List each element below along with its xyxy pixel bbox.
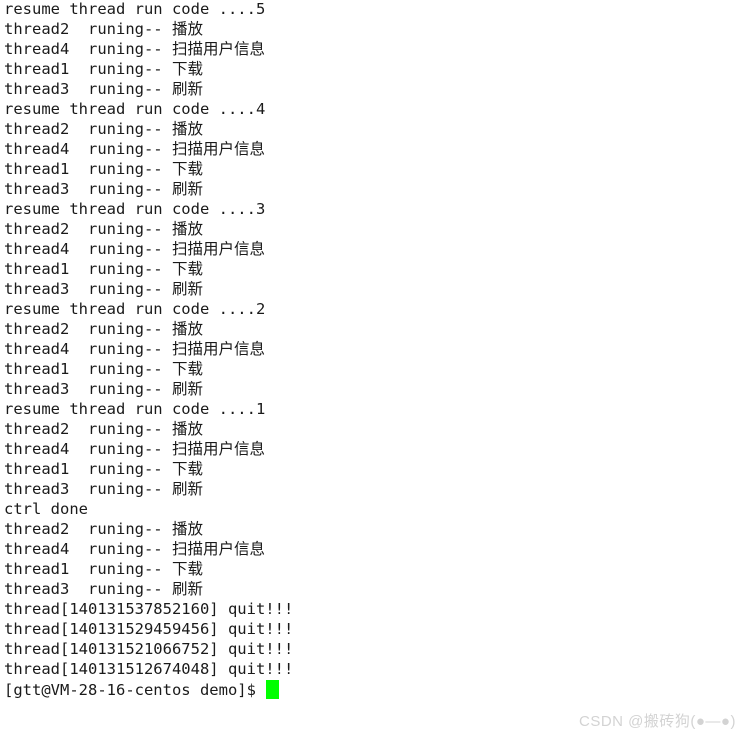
terminal-line: thread3 runing-- 刷新 (4, 80, 203, 98)
terminal-line: resume thread run code ....5 (4, 0, 266, 18)
terminal-line: thread[140131537852160] quit!!! (4, 600, 294, 618)
terminal-line: thread1 runing-- 下载 (4, 160, 203, 178)
terminal-line: resume thread run code ....4 (4, 100, 266, 118)
terminal-lines: resume thread run code ....5 thread2 runi… (0, 0, 753, 679)
terminal-line: thread4 runing-- 扫描用户信息 (4, 540, 265, 558)
terminal-line: resume thread run code ....1 (4, 400, 266, 418)
terminal-line: resume thread run code ....3 (4, 200, 266, 218)
terminal-prompt-line[interactable]: [gtt@VM-28-16-centos demo]$ (0, 679, 753, 703)
terminal-line: thread[140131529459456] quit!!! (4, 620, 294, 638)
terminal-line: thread2 runing-- 播放 (4, 420, 203, 438)
terminal-line: thread1 runing-- 下载 (4, 60, 203, 78)
terminal-line: thread3 runing-- 刷新 (4, 480, 203, 498)
terminal-line: thread1 runing-- 下载 (4, 360, 203, 378)
terminal-line: thread3 runing-- 刷新 (4, 580, 203, 598)
terminal-line: thread3 runing-- 刷新 (4, 280, 203, 298)
terminal-line: thread1 runing-- 下载 (4, 460, 203, 478)
terminal-line: thread2 runing-- 播放 (4, 120, 203, 138)
terminal-cursor (266, 680, 280, 699)
terminal-line: resume thread run code ....2 (4, 300, 266, 318)
terminal-output-pane[interactable]: resume thread run code ....5 thread2 runi… (0, 0, 753, 744)
shell-prompt-text: [gtt@VM-28-16-centos demo]$ (4, 681, 266, 699)
terminal-line: thread2 runing-- 播放 (4, 320, 203, 338)
terminal-line: thread2 runing-- 播放 (4, 20, 203, 38)
terminal-line: thread1 runing-- 下载 (4, 260, 203, 278)
terminal-line: thread4 runing-- 扫描用户信息 (4, 440, 265, 458)
csdn-watermark: CSDN @搬砖狗(●—●) (579, 710, 736, 731)
terminal-line: ctrl done (4, 500, 88, 518)
terminal-line: thread4 runing-- 扫描用户信息 (4, 240, 265, 258)
terminal-line: thread[140131521066752] quit!!! (4, 640, 294, 658)
terminal-line: thread3 runing-- 刷新 (4, 380, 203, 398)
terminal-line: thread1 runing-- 下载 (4, 560, 203, 578)
terminal-line: thread2 runing-- 播放 (4, 220, 203, 238)
terminal-line: thread4 runing-- 扫描用户信息 (4, 40, 265, 58)
terminal-line: thread4 runing-- 扫描用户信息 (4, 140, 265, 158)
watermark-text: CSDN @搬砖狗(●—●) (578, 713, 736, 730)
terminal-line: thread4 runing-- 扫描用户信息 (4, 340, 265, 358)
terminal-line: thread3 runing-- 刷新 (4, 180, 203, 198)
terminal-line: thread2 runing-- 播放 (4, 520, 203, 538)
terminal-line: thread[140131512674048] quit!!! (4, 660, 294, 678)
